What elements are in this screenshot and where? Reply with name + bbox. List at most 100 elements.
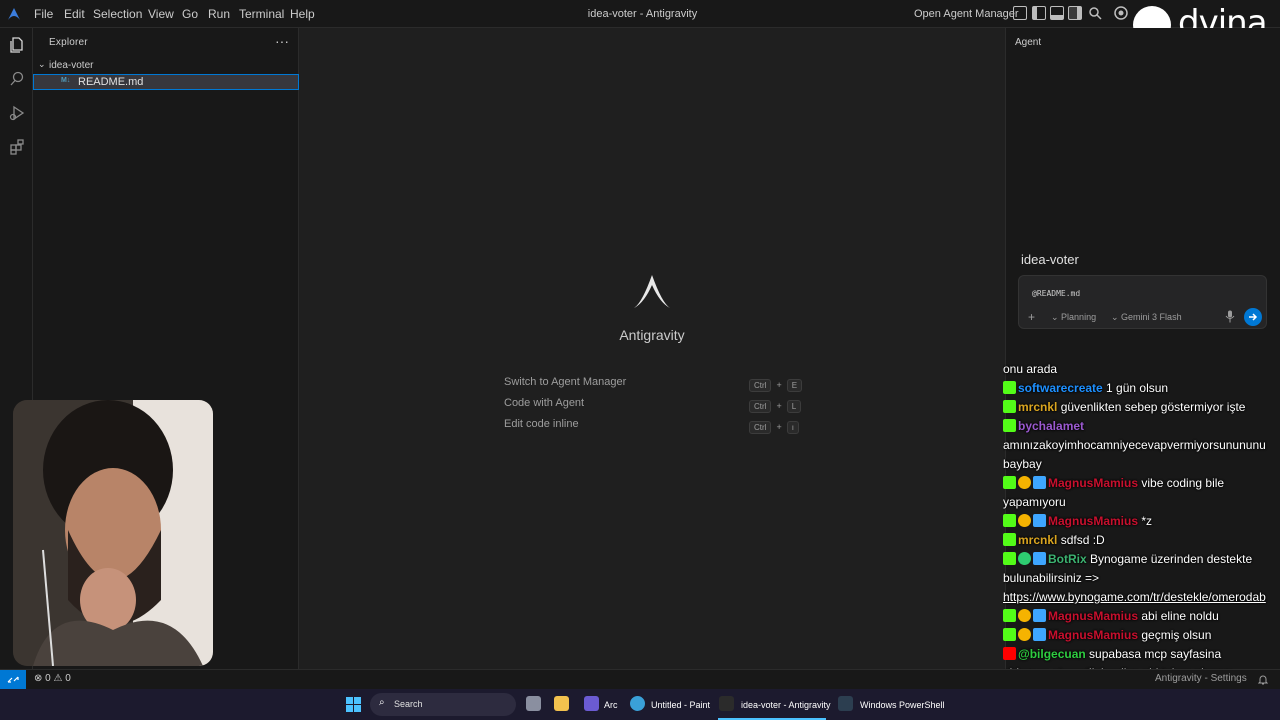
key-ctrl: Ctrl	[749, 421, 772, 434]
run-debug-icon[interactable]	[8, 104, 26, 122]
chat-text: *z	[1138, 514, 1153, 528]
chat-message: bulunabilirsiniz =>	[1003, 569, 1280, 588]
shortcut-keys: Ctrl + L	[749, 396, 802, 414]
task-view-icon[interactable]	[526, 696, 541, 711]
shortcut-keys: Ctrl + E	[749, 375, 803, 393]
mode-dropdown[interactable]: ⌄ Planning	[1051, 312, 1096, 323]
chat-message: MagnusMamius geçmiş olsun	[1003, 626, 1280, 645]
toggle-secondary-sidebar-icon[interactable]	[1068, 6, 1082, 20]
chat-username: MagnusMamius	[1048, 476, 1139, 490]
chat-message: bychalamet	[1003, 417, 1280, 436]
chat-username: MagnusMamius	[1048, 514, 1139, 528]
extensions-icon[interactable]	[8, 138, 26, 156]
one-badge-icon	[1018, 628, 1031, 641]
kick-badge-icon	[1003, 476, 1016, 489]
chat-message: softwarecreate 1 gün olsun	[1003, 379, 1280, 398]
chat-username: bychalamet	[1018, 419, 1085, 433]
windows-start-icon[interactable]	[346, 697, 361, 712]
agent-project-name: idea-voter	[1021, 252, 1079, 267]
chevron-down-icon: ⌄	[1051, 312, 1062, 322]
taskbar-app-powershell[interactable]: Windows PowerShell	[860, 700, 945, 710]
sword-badge-icon	[1033, 476, 1046, 489]
key-l: L	[786, 400, 802, 413]
add-context-icon[interactable]: +	[1028, 310, 1035, 324]
kick-badge-icon	[1003, 609, 1016, 622]
chat-text: baybay	[1003, 457, 1042, 471]
chat-message: mrcnkl güvenlikten sebep göstermiyor işt…	[1003, 398, 1280, 417]
key-ctrl: Ctrl	[749, 400, 772, 413]
yt-badge-icon	[1003, 647, 1016, 660]
explorer-files-icon[interactable]	[8, 36, 26, 54]
folder-row[interactable]: ⌄ idea-voter	[33, 58, 299, 74]
explorer-title: Explorer	[49, 37, 88, 48]
model-dropdown[interactable]: ⌄ Gemini 3 Flash	[1111, 312, 1182, 323]
chat-message: MagnusMamius *z	[1003, 512, 1280, 531]
sword-badge-icon	[1033, 514, 1046, 527]
chat-username: mrcnkl	[1018, 400, 1058, 414]
more-actions-icon[interactable]: ···	[275, 33, 289, 49]
paint-icon[interactable]	[630, 696, 645, 711]
chat-text: yapamıyoru	[1003, 495, 1066, 509]
toggle-primary-sidebar-icon[interactable]	[1032, 6, 1046, 20]
chat-message: @bilgecuan supabasa mcp sayfasina	[1003, 645, 1280, 664]
chrome-icon[interactable]	[1114, 6, 1128, 20]
model-value: Gemini 3 Flash	[1121, 312, 1182, 322]
chat-message: BotRix Bynogame üzerinden destekte	[1003, 550, 1280, 569]
file-row-readme[interactable]: M↓ README.md	[33, 74, 299, 90]
remote-indicator-button[interactable]	[0, 670, 26, 689]
microphone-icon[interactable]	[1225, 310, 1235, 323]
taskbar-search-label: Search	[394, 699, 423, 709]
one-badge-icon	[1018, 514, 1031, 527]
chat-username: mrcnkl	[1018, 533, 1058, 547]
problems-indicator[interactable]: ⊗ 0 ⚠ 0	[34, 673, 71, 684]
mode-value: Planning	[1061, 312, 1097, 322]
agent-input-value[interactable]: @README.md	[1032, 289, 1080, 298]
search-icon[interactable]	[8, 70, 26, 88]
shortcut-label-edit-inline[interactable]: Edit code inline	[504, 418, 579, 430]
shortcut-label-code-with-agent[interactable]: Code with Agent	[504, 397, 584, 409]
one-badge-icon	[1018, 476, 1031, 489]
taskbar-app-paint[interactable]: Untitled - Paint	[651, 700, 710, 710]
key-i: ı	[786, 421, 799, 434]
send-button[interactable]	[1244, 308, 1262, 326]
agent-panel-title: Agent	[1015, 37, 1042, 48]
status-bar: ⊗ 0 ⚠ 0 Antigravity - Settings	[0, 669, 1280, 689]
kick-badge-icon	[1003, 419, 1016, 432]
arc-icon[interactable]	[584, 696, 599, 711]
chat-username: @bilgecuan	[1018, 647, 1086, 661]
key-plus: +	[776, 401, 782, 411]
customize-layout-icon[interactable]	[1013, 6, 1027, 20]
toggle-panel-icon[interactable]	[1050, 6, 1064, 20]
chat-text: 1 gün olsun	[1102, 381, 1169, 395]
chat-message: amınızakoyimhocamniyecevapvermiyorsununu…	[1003, 436, 1280, 455]
file-explorer-icon[interactable]	[554, 696, 569, 711]
taskbar-search[interactable]: ⌕ Search	[370, 693, 516, 716]
key-plus: +	[776, 380, 782, 390]
chat-text: supabasa mcp sayfasina	[1085, 647, 1222, 661]
chat-message: yapamıyoru	[1003, 493, 1280, 512]
product-name: Antigravity	[619, 327, 685, 343]
chat-username: BotRix	[1048, 552, 1087, 566]
file-name: README.md	[78, 76, 144, 88]
taskbar-app-antigravity[interactable]: idea-voter - Antigravity	[741, 700, 831, 710]
chat-link[interactable]: https://www.bynogame.com/tr/destekle/ome…	[1003, 590, 1266, 604]
open-agent-manager-button[interactable]: Open Agent Manager	[914, 0, 1019, 28]
search-icon[interactable]	[1088, 6, 1102, 20]
windows-taskbar: ⌕ Search Arc Untitled - Paint idea-voter…	[0, 689, 1280, 720]
kick-badge-icon	[1003, 400, 1016, 413]
chat-text: sdfsd :D	[1057, 533, 1105, 547]
chat-message: mrcnkl sdfsd :D	[1003, 531, 1280, 550]
title-bar: File Edit Selection View Go Run Terminal…	[0, 0, 1280, 44]
warning-icon: ⚠	[53, 673, 63, 684]
powershell-icon[interactable]	[838, 696, 853, 711]
remote-icon	[7, 676, 19, 683]
arrow-right-icon	[1249, 313, 1258, 321]
markdown-icon: M↓	[61, 77, 71, 84]
status-right-text: Antigravity - Settings	[1155, 673, 1247, 684]
bell-icon[interactable]	[1258, 674, 1268, 685]
antigravity-taskbar-icon[interactable]	[719, 696, 734, 711]
agent-chat-input[interactable]: @README.md + ⌄ Planning ⌄ Gemini 3 Flash	[1018, 275, 1267, 329]
sword-badge-icon	[1033, 628, 1046, 641]
shortcut-label-agent-manager[interactable]: Switch to Agent Manager	[504, 376, 626, 388]
taskbar-app-arc[interactable]: Arc	[604, 700, 618, 710]
